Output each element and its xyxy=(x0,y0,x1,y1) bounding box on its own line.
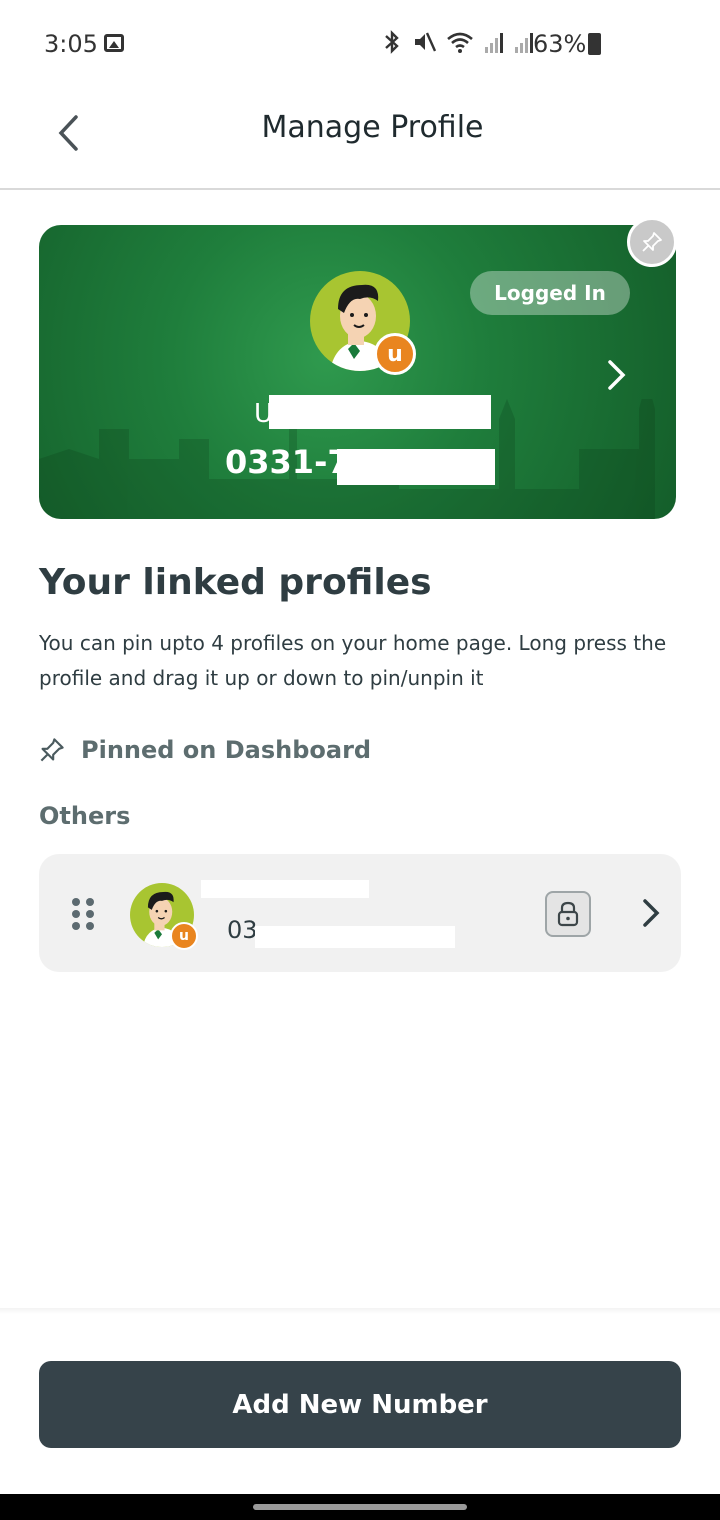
signal-icon xyxy=(485,33,503,53)
image-icon xyxy=(104,34,124,52)
linked-profile-number-text: 03 xyxy=(227,916,258,944)
current-profile-card[interactable]: Logged In u U 0331-7 xyxy=(39,225,676,519)
wifi-icon xyxy=(447,32,473,53)
lock-button[interactable] xyxy=(545,891,591,937)
chevron-right-icon[interactable] xyxy=(601,357,631,393)
status-bar: 3:05 63% xyxy=(0,0,720,90)
add-new-number-button[interactable]: Add New Number xyxy=(39,1361,681,1448)
profile-name: U xyxy=(254,393,494,433)
status-time: 3:05 xyxy=(44,30,98,58)
redaction-block xyxy=(269,395,491,429)
redaction-block xyxy=(201,880,369,898)
logged-in-badge: Logged In xyxy=(470,271,630,315)
signal-icon xyxy=(515,33,533,53)
drag-handle-icon[interactable] xyxy=(72,898,94,930)
profile-number-text: 0331-7 xyxy=(225,443,350,481)
redaction-block xyxy=(337,449,495,485)
chevron-right-icon[interactable] xyxy=(639,897,663,929)
pin-button[interactable] xyxy=(627,217,677,267)
pinned-header: Pinned on Dashboard xyxy=(39,733,371,767)
pinned-label: Pinned on Dashboard xyxy=(81,736,372,764)
header: Manage Profile xyxy=(0,90,720,190)
pin-icon xyxy=(40,738,64,762)
ufone-badge: u xyxy=(374,333,416,375)
others-label: Others xyxy=(39,802,131,830)
section-title: Your linked profiles xyxy=(39,562,432,603)
home-gesture-handle[interactable] xyxy=(253,1504,467,1510)
linked-profile-number: 03 xyxy=(227,914,467,948)
profile-number: 0331-7 xyxy=(225,443,525,487)
mute-icon xyxy=(415,32,436,52)
status-icons xyxy=(382,30,534,54)
linked-profile-item[interactable]: u 03 xyxy=(39,854,681,972)
pin-icon xyxy=(642,232,662,252)
ufone-badge: u xyxy=(170,922,198,950)
section-description: You can pin upto 4 profiles on your home… xyxy=(39,631,667,690)
battery-level: 63% xyxy=(533,30,587,58)
redaction-block xyxy=(255,926,455,948)
lock-icon xyxy=(557,901,579,927)
footer-divider xyxy=(0,1308,720,1314)
system-nav-bar xyxy=(0,1494,720,1520)
battery-icon xyxy=(588,33,601,55)
page-title: Manage Profile xyxy=(261,110,484,145)
bluetooth-icon xyxy=(385,30,399,54)
